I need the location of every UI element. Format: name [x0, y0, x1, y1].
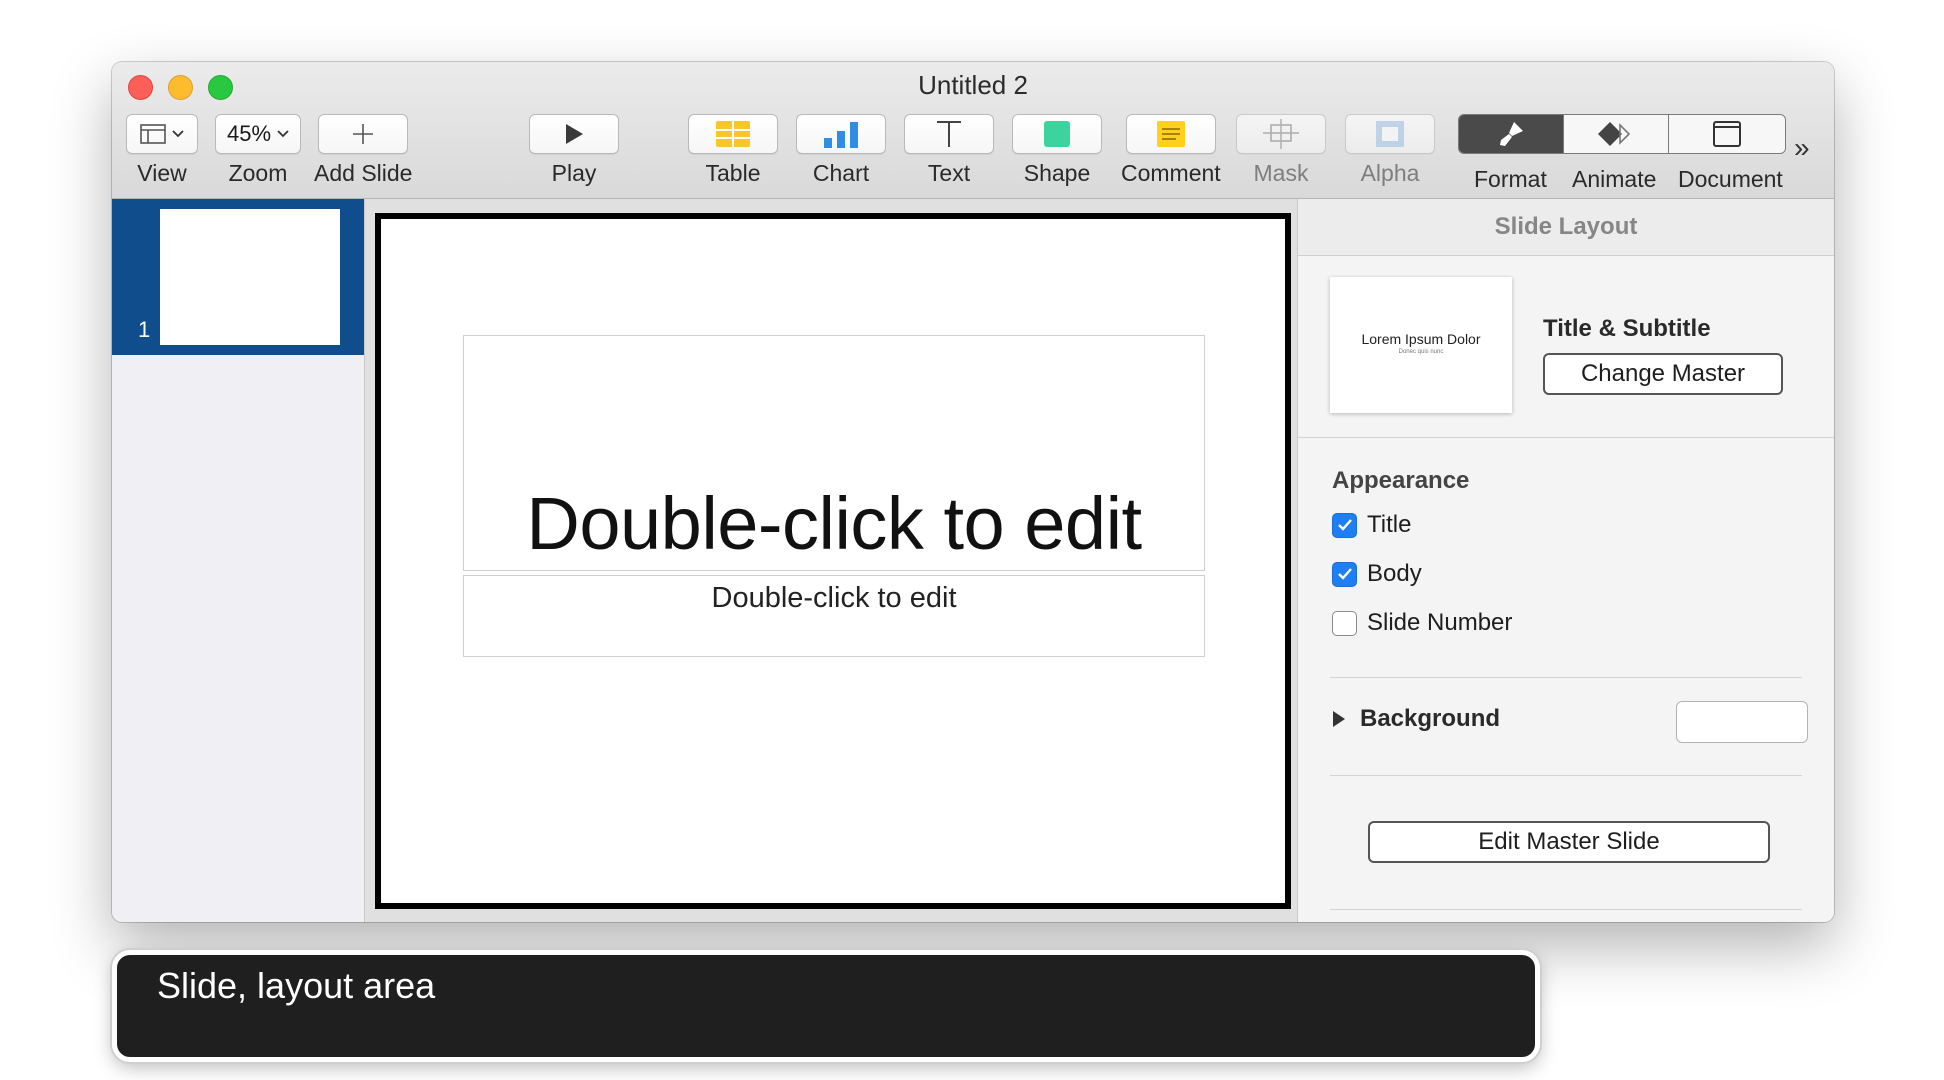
- inspector-segmented-control[interactable]: [1458, 114, 1786, 154]
- inspector-header: Slide Layout: [1298, 199, 1834, 256]
- titlebar: Untitled 2 View 45% Zoom Add Slide Play …: [112, 62, 1834, 199]
- title-checkbox-label: Title: [1367, 511, 1412, 538]
- background-color-well[interactable]: [1676, 701, 1808, 743]
- master-preview-title: Lorem Ipsum Dolor: [1361, 331, 1481, 347]
- comment-button[interactable]: [1125, 114, 1216, 154]
- table-label: Table: [705, 160, 761, 186]
- slide-navigator: 1: [112, 199, 365, 922]
- chart-icon: [824, 122, 858, 148]
- toolbar-view[interactable]: View: [126, 114, 198, 187]
- mask-label: Mask: [1253, 160, 1309, 186]
- edit-master-slide-button[interactable]: Edit Master Slide: [1368, 821, 1770, 863]
- chart-label: Chart: [812, 160, 870, 186]
- title-checkbox[interactable]: [1332, 512, 1357, 538]
- document-window-icon: [1713, 121, 1741, 147]
- body-checkbox-label: Body: [1367, 560, 1422, 587]
- chart-button[interactable]: [796, 114, 886, 154]
- table-icon: [716, 121, 750, 147]
- slide-number-checkbox[interactable]: [1332, 610, 1357, 636]
- text-label: Text: [927, 160, 971, 186]
- crop-mask-icon: [1263, 119, 1299, 149]
- format-inspector: Slide Layout Lorem Ipsum Dolor Donec qui…: [1297, 199, 1834, 922]
- toolbar-alpha[interactable]: Alpha: [1345, 114, 1435, 187]
- slide-canvas-area: Double-click to edit Double-click to edi…: [365, 199, 1297, 922]
- mask-button[interactable]: [1236, 114, 1326, 154]
- master-slide-thumbnail[interactable]: Lorem Ipsum Dolor Donec quis nunc: [1330, 277, 1512, 413]
- disclosure-triangle-icon: [1333, 711, 1345, 727]
- slide-thumbnail-row[interactable]: 1: [112, 199, 364, 355]
- zoom-label: Zoom: [228, 160, 288, 186]
- format-label: Format: [1474, 166, 1547, 192]
- body-placeholder[interactable]: Double-click to edit: [463, 575, 1205, 657]
- toolbar-table[interactable]: Table: [688, 114, 778, 187]
- document-label: Document: [1678, 166, 1783, 192]
- checkmark-icon: [1337, 568, 1352, 580]
- keynote-window: Untitled 2 View 45% Zoom Add Slide Play …: [112, 62, 1834, 922]
- toolbar-text[interactable]: Text: [904, 114, 994, 187]
- alpha-label: Alpha: [1360, 160, 1420, 186]
- chevron-down-icon: [172, 130, 184, 138]
- alpha-instant-icon: [1376, 121, 1404, 147]
- shape-square-icon: [1044, 121, 1070, 147]
- view-button[interactable]: [126, 114, 198, 154]
- paintbrush-icon: [1500, 122, 1523, 146]
- appearance-label: Appearance: [1332, 467, 1470, 494]
- body-checkbox[interactable]: [1332, 561, 1357, 587]
- animate-label: Animate: [1572, 166, 1657, 192]
- comment-label: Comment: [1121, 160, 1221, 186]
- slide-number: 1: [138, 317, 151, 342]
- checkmark-icon: [1337, 519, 1352, 531]
- divider: [1298, 437, 1834, 438]
- toolbar-add-slide[interactable]: Add Slide: [314, 114, 412, 187]
- toolbar-overflow-button[interactable]: »: [1794, 132, 1809, 164]
- add-slide-button[interactable]: [318, 114, 409, 154]
- table-button[interactable]: [688, 114, 778, 154]
- divider: [1330, 677, 1802, 678]
- voiceover-caption-panel: Slide, layout area: [112, 950, 1540, 1062]
- animate-diamond-icon: [1598, 122, 1631, 146]
- text-button[interactable]: [904, 114, 994, 154]
- toolbar-chart[interactable]: Chart: [796, 114, 886, 187]
- title-checkbox-row[interactable]: Title: [1332, 511, 1411, 539]
- sidebar-layout-icon: [140, 124, 166, 144]
- shape-button[interactable]: [1012, 114, 1102, 154]
- alpha-button[interactable]: [1345, 114, 1435, 154]
- view-label: View: [137, 160, 187, 186]
- slide-number-checkbox-row[interactable]: Slide Number: [1332, 609, 1512, 637]
- plus-icon: [353, 124, 374, 144]
- background-disclosure[interactable]: Background: [1332, 705, 1500, 733]
- body-checkbox-row[interactable]: Body: [1332, 560, 1422, 588]
- toolbar-shape[interactable]: Shape: [1012, 114, 1102, 187]
- format-segment[interactable]: [1459, 115, 1563, 153]
- slide-number-checkbox-label: Slide Number: [1367, 609, 1513, 636]
- toolbar-mask[interactable]: Mask: [1236, 114, 1326, 187]
- divider: [1330, 909, 1802, 910]
- background-label: Background: [1360, 705, 1501, 732]
- animate-segment[interactable]: [1563, 115, 1669, 153]
- slide-layout-area[interactable]: Double-click to edit Double-click to edi…: [375, 213, 1291, 909]
- toolbar-play[interactable]: Play: [529, 114, 619, 187]
- add-slide-label: Add Slide: [314, 160, 413, 186]
- slide-thumbnail[interactable]: [160, 209, 340, 345]
- text-box-icon: [937, 121, 961, 147]
- window-title: Untitled 2: [918, 70, 1028, 100]
- toolbar-comment[interactable]: Comment: [1121, 114, 1221, 187]
- voiceover-caption-text: Slide, layout area: [157, 965, 436, 1006]
- zoom-popup[interactable]: 45%: [215, 114, 301, 154]
- title-placeholder[interactable]: Double-click to edit: [463, 335, 1205, 571]
- play-icon: [566, 124, 583, 144]
- play-button[interactable]: [529, 114, 619, 154]
- master-name: Title & Subtitle: [1543, 315, 1711, 342]
- document-segment[interactable]: [1669, 115, 1785, 153]
- chevron-down-icon: [277, 130, 289, 138]
- toolbar-zoom[interactable]: 45% Zoom: [215, 114, 301, 187]
- shape-label: Shape: [1023, 160, 1091, 186]
- zoom-value: 45%: [226, 121, 272, 146]
- divider: [1330, 775, 1802, 776]
- comment-note-icon: [1156, 121, 1185, 147]
- play-label: Play: [551, 160, 597, 186]
- master-preview-subtitle: Donec quis nunc: [1398, 349, 1444, 355]
- change-master-button[interactable]: Change Master: [1543, 353, 1783, 395]
